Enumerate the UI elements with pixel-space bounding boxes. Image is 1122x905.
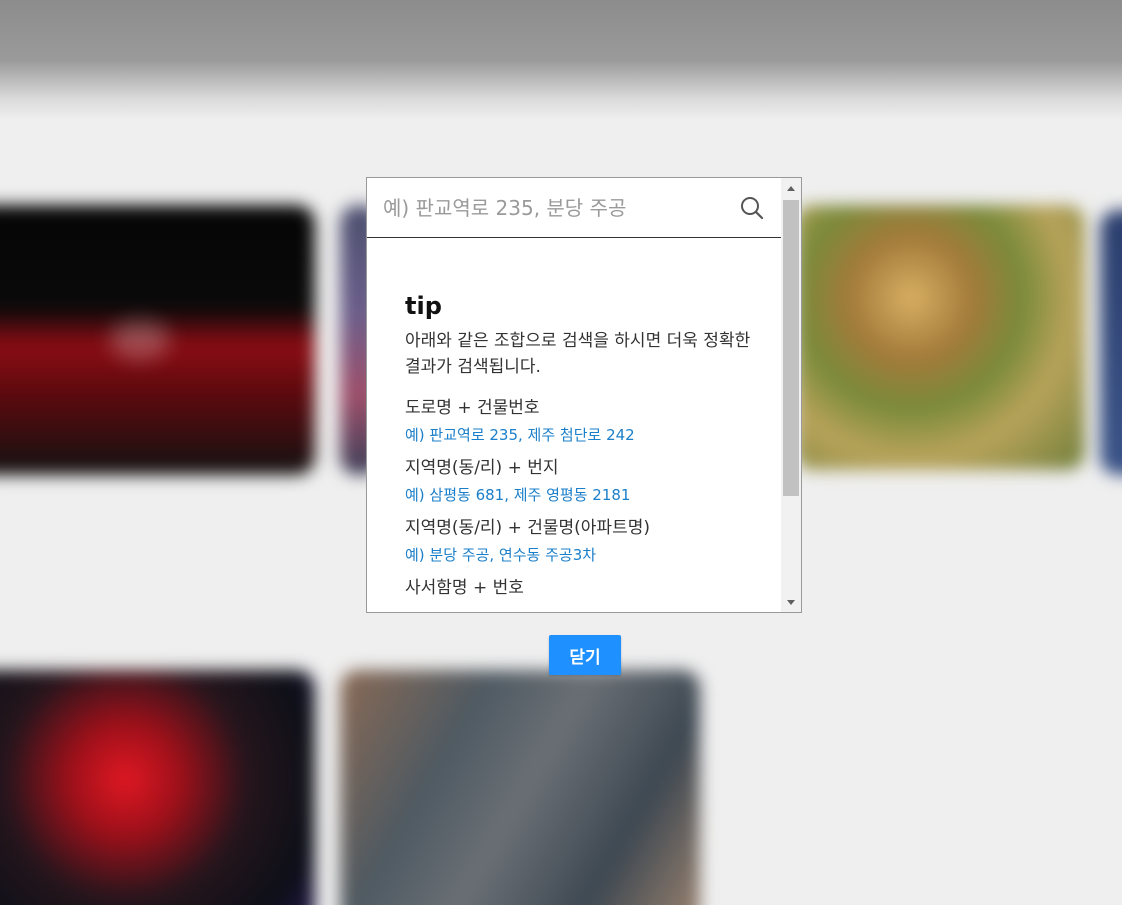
tip-item-label: 도로명 + 건물번호: [405, 398, 540, 418]
address-search-popup: tip 아래와 같은 조합으로 검색을 하시면 더욱 정확한 결과가 검색됩니다…: [366, 177, 802, 613]
search-bar: [367, 178, 782, 238]
scrollbar-thumb[interactable]: [783, 200, 799, 496]
tip-description: 아래와 같은 조합으로 검색을 하시면 더욱 정확한 결과가 검색됩니다.: [405, 331, 751, 377]
search-icon[interactable]: [739, 195, 765, 221]
tip-item-label: 사서함명 + 번호: [405, 578, 524, 598]
tip-item-example: 예) 삼평동 681, 제주 영평동 2181: [405, 486, 631, 504]
tip-item-label: 지역명(동/리) + 번지: [405, 458, 559, 478]
background-header: [0, 0, 1122, 120]
background-card: [340, 670, 700, 905]
background-card: [795, 205, 1085, 470]
background-card: [1100, 210, 1122, 475]
tip-item-example: 예) 판교역로 235, 제주 첨단로 242: [405, 426, 635, 444]
tip-item-label: 지역명(동/리) + 건물명(아파트명): [405, 518, 650, 538]
tip-section: tip 아래와 같은 조합으로 검색을 하시면 더욱 정확한 결과가 검색됩니다…: [405, 290, 765, 604]
close-button[interactable]: 닫기: [549, 635, 621, 675]
triangle-up-icon[interactable]: [781, 178, 801, 198]
tip-title: tip: [405, 292, 442, 320]
background-card: [0, 670, 315, 905]
triangle-down-icon[interactable]: [781, 592, 801, 612]
tip-item-example: 예) 분당 주공, 연수동 주공3차: [405, 546, 597, 564]
search-input[interactable]: [381, 188, 735, 228]
scrollbar[interactable]: [781, 178, 801, 612]
background-card-highlight: [110, 320, 170, 360]
